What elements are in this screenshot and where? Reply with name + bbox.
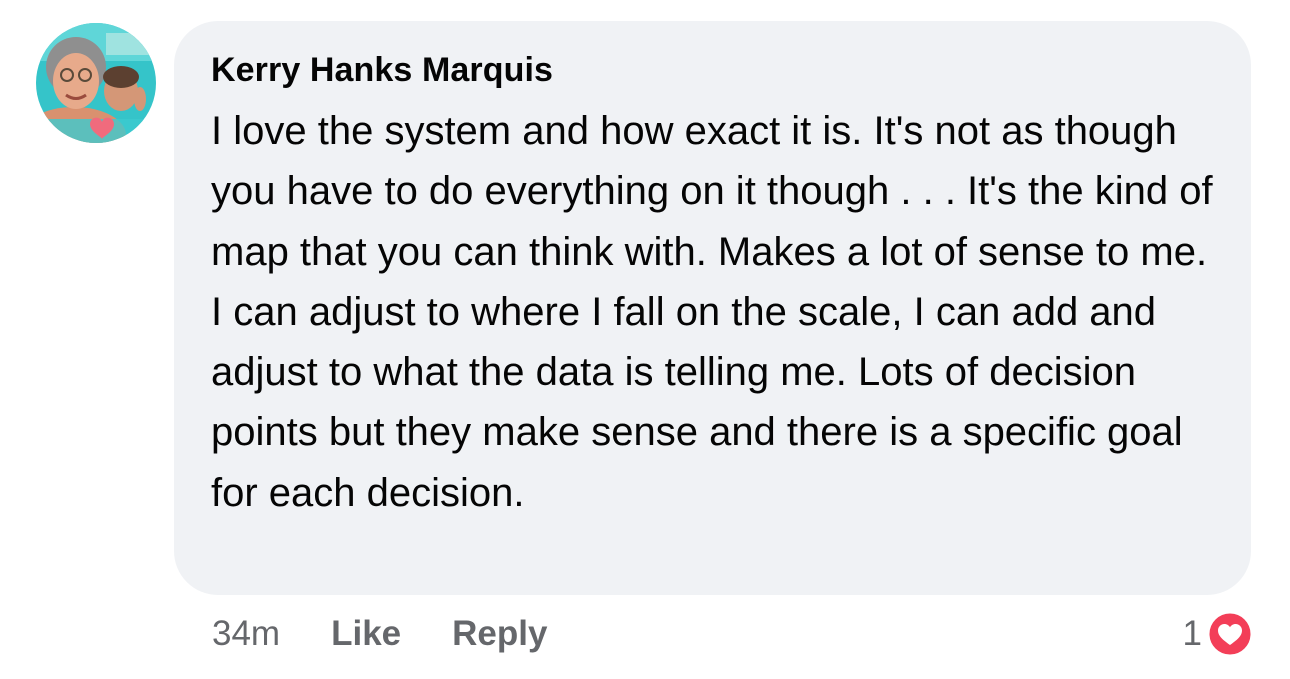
reaction-summary[interactable]: 1 — [1183, 608, 1254, 660]
profile-photo — [36, 23, 156, 143]
comment-actions-bar: 34m Like Reply — [212, 612, 547, 656]
comment-author-name[interactable]: Kerry Hanks Marquis — [211, 50, 1215, 90]
reply-button[interactable]: Reply — [452, 614, 547, 654]
reaction-count: 1 — [1182, 614, 1202, 653]
heart-icon — [1206, 610, 1254, 658]
comment-body: I love the system and how exact it is. I… — [211, 109, 1213, 515]
comment-timestamp[interactable]: 34m — [212, 614, 280, 654]
comment-bubble: Kerry Hanks Marquis I love the system an… — [174, 21, 1251, 595]
like-button[interactable]: Like — [331, 614, 401, 654]
avatar[interactable] — [36, 23, 156, 143]
